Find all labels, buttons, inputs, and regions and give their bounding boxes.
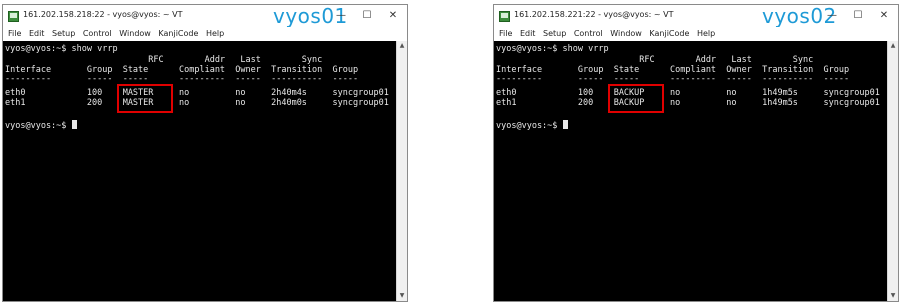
minimize-button[interactable]: — (822, 8, 842, 24)
scroll-down-arrow-icon[interactable]: ▼ (397, 291, 407, 301)
terminal-window-vyos02[interactable]: 161.202.158.221:22 - vyos@vyos: ~ VT vyo… (493, 4, 899, 302)
table-row: eth0 100 MASTER no no 2h40m4s syncgroup0… (5, 88, 389, 98)
menu-bar: File Edit Setup Control Window KanjiCode… (3, 27, 407, 41)
window-title: 161.202.158.218:22 - vyos@vyos: ~ VT (23, 10, 183, 19)
minimize-button[interactable]: — (331, 8, 351, 24)
maximize-button[interactable]: ☐ (848, 8, 868, 24)
scroll-up-arrow-icon[interactable]: ▲ (397, 41, 407, 51)
maximize-button[interactable]: ☐ (357, 8, 377, 24)
prompt-line: vyos@vyos:~$ (5, 120, 77, 131)
menu-edit[interactable]: Edit (29, 27, 45, 41)
scroll-up-arrow-icon[interactable]: ▲ (888, 41, 898, 51)
table-separator: --------- ----- ----- --------- ----- --… (496, 74, 850, 84)
vertical-scrollbar[interactable]: ▲ ▼ (887, 41, 898, 301)
terminal-app-icon (8, 11, 19, 22)
vertical-scrollbar[interactable]: ▲ ▼ (396, 41, 407, 301)
prompt-text: vyos@vyos:~$ (496, 121, 563, 131)
menu-edit[interactable]: Edit (520, 27, 536, 41)
menu-setup[interactable]: Setup (52, 27, 75, 41)
command-line: vyos@vyos:~$ show vrrp (496, 44, 609, 54)
menu-file[interactable]: File (8, 27, 21, 41)
menu-setup[interactable]: Setup (543, 27, 566, 41)
menu-kanjicode[interactable]: KanjiCode (649, 27, 689, 41)
menu-help[interactable]: Help (206, 27, 224, 41)
prompt-line: vyos@vyos:~$ (496, 120, 568, 131)
command-line: vyos@vyos:~$ show vrrp (5, 44, 118, 54)
state-highlight-box (117, 84, 173, 113)
table-row: eth1 200 BACKUP no no 1h49m5s syncgroup0… (496, 98, 880, 108)
menu-window[interactable]: Window (119, 27, 151, 41)
close-button[interactable]: ✕ (383, 8, 403, 24)
scroll-down-arrow-icon[interactable]: ▼ (888, 291, 898, 301)
menu-help[interactable]: Help (697, 27, 715, 41)
table-separator: --------- ----- ----- --------- ----- --… (5, 74, 359, 84)
menu-control[interactable]: Control (574, 27, 603, 41)
text-cursor (71, 120, 77, 129)
title-bar[interactable]: 161.202.158.218:22 - vyos@vyos: ~ VT vyo… (3, 5, 407, 28)
menu-bar: File Edit Setup Control Window KanjiCode… (494, 27, 898, 41)
table-header-line-1: RFC Addr Last Sync (496, 55, 814, 65)
state-highlight-box (608, 84, 664, 113)
menu-file[interactable]: File (499, 27, 512, 41)
window-title: 161.202.158.221:22 - vyos@vyos: ~ VT (514, 10, 674, 19)
menu-control[interactable]: Control (83, 27, 112, 41)
terminal-window-vyos01[interactable]: 161.202.158.218:22 - vyos@vyos: ~ VT vyo… (2, 4, 408, 302)
table-row: eth1 200 MASTER no no 2h40m0s syncgroup0… (5, 98, 389, 108)
table-row: eth0 100 BACKUP no no 1h49m5s syncgroup0… (496, 88, 880, 98)
terminal-output[interactable]: vyos@vyos:~$ show vrrp RFC Addr Last Syn… (3, 41, 396, 301)
close-button[interactable]: ✕ (874, 8, 894, 24)
menu-kanjicode[interactable]: KanjiCode (158, 27, 198, 41)
terminal-app-icon (499, 11, 510, 22)
prompt-text: vyos@vyos:~$ (5, 121, 72, 131)
text-cursor (562, 120, 568, 129)
terminal-output[interactable]: vyos@vyos:~$ show vrrp RFC Addr Last Syn… (494, 41, 887, 301)
title-bar[interactable]: 161.202.158.221:22 - vyos@vyos: ~ VT vyo… (494, 5, 898, 28)
table-header-line-1: RFC Addr Last Sync (5, 55, 323, 65)
menu-window[interactable]: Window (610, 27, 642, 41)
